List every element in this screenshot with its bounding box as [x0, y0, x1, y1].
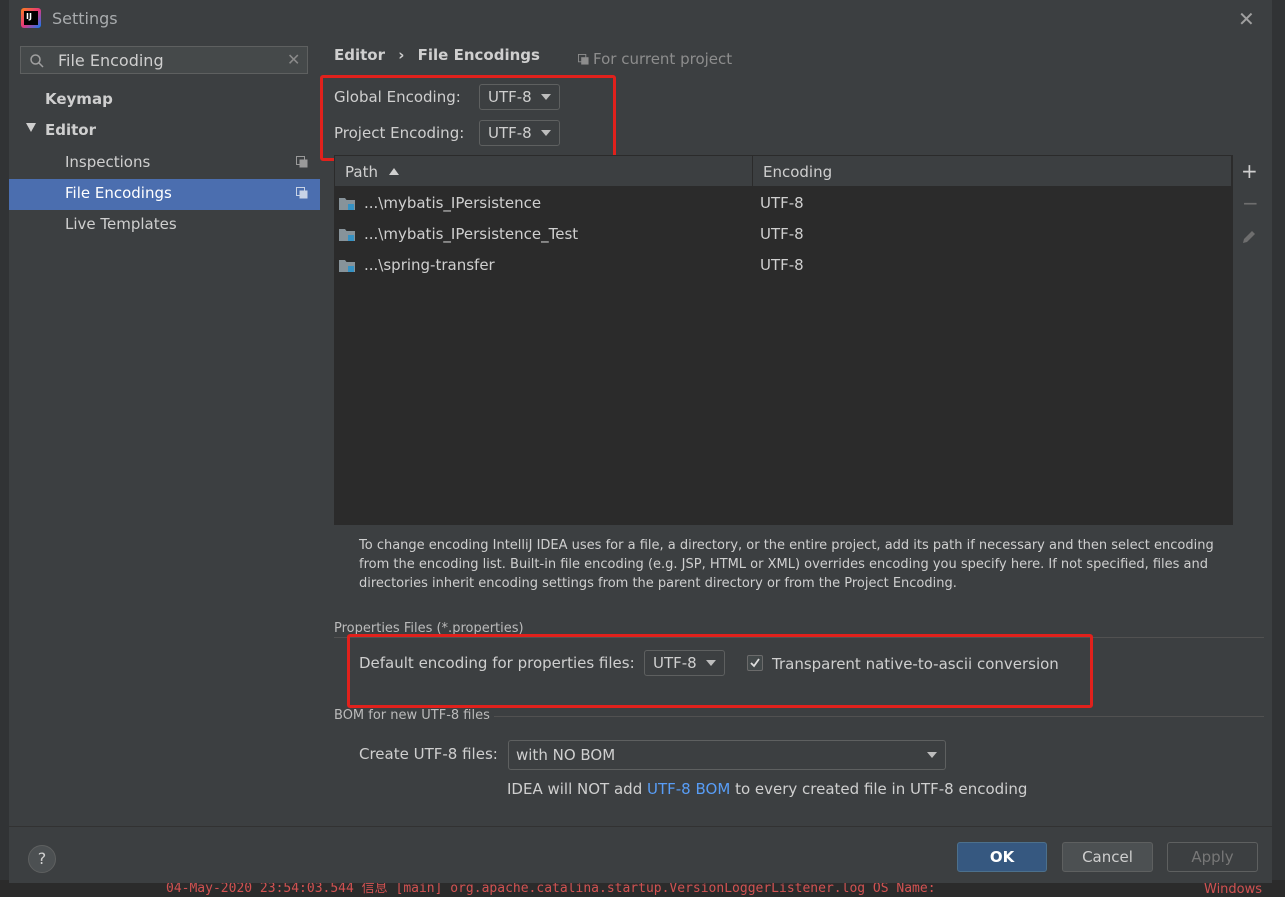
expand-arrow-icon[interactable]: [26, 123, 36, 132]
bom-section-title: BOM for new UTF-8 files: [334, 708, 490, 723]
encoding-help-text: To change encoding IntelliJ IDEA uses fo…: [359, 538, 1214, 591]
column-header-path[interactable]: Path: [345, 163, 399, 181]
apply-button[interactable]: Apply: [1167, 842, 1258, 872]
search-value: File Encoding: [58, 51, 164, 70]
highlight-annotation-properties: [347, 634, 1093, 708]
bom-note-prefix: IDEA will NOT add: [507, 780, 643, 798]
remove-icon[interactable]: −: [1242, 191, 1259, 215]
dropdown-arrow-icon: [927, 752, 937, 758]
row-encoding: UTF-8: [760, 194, 804, 212]
console-log-right: Windows: [1204, 882, 1263, 897]
title-bar: IJ Settings ✕: [9, 0, 1272, 38]
search-input[interactable]: File Encoding ✕: [20, 46, 308, 74]
dialog-footer: ? OK Cancel Apply: [9, 826, 1272, 883]
cancel-button[interactable]: Cancel: [1062, 842, 1153, 872]
row-encoding: UTF-8: [760, 225, 804, 243]
table-toolbar: + −: [1232, 155, 1265, 525]
breadcrumb-root: Editor: [334, 46, 385, 64]
settings-sidebar: File Encoding ✕ Keymap Editor Inspection…: [9, 38, 320, 826]
project-scope-icon: [578, 54, 589, 65]
project-scope-icon: [296, 187, 308, 199]
ok-button[interactable]: OK: [957, 842, 1047, 872]
project-scope-note: For current project: [578, 50, 732, 68]
sidebar-item-editor[interactable]: Editor: [45, 121, 96, 139]
add-icon[interactable]: +: [1241, 159, 1258, 183]
table-header: Path Encoding: [335, 156, 1231, 187]
background-editor-left: [0, 0, 9, 894]
utf8-bom-link[interactable]: UTF-8 BOM: [647, 780, 730, 798]
sidebar-item-live-templates[interactable]: Live Templates: [65, 215, 177, 233]
project-scope-icon: [296, 156, 308, 168]
breadcrumb-current: File Encodings: [417, 46, 540, 64]
bom-note-suffix: to every created file in UTF-8 encoding: [735, 780, 1028, 798]
bom-note: IDEA will NOT add UTF-8 BOM to every cre…: [507, 780, 1027, 798]
highlight-annotation-encodings: [320, 75, 616, 161]
row-path: ...\mybatis_IPersistence: [364, 194, 542, 212]
table-row[interactable]: ...\mybatis_IPersistence UTF-8: [335, 187, 1231, 218]
search-icon: [30, 54, 44, 68]
scope-label: For current project: [593, 50, 733, 68]
table-row[interactable]: ...\spring-transfer UTF-8: [335, 249, 1231, 280]
module-folder-icon: [339, 260, 355, 272]
module-folder-icon: [339, 229, 355, 241]
column-header-encoding[interactable]: Encoding: [763, 163, 832, 181]
clear-search-icon[interactable]: ✕: [287, 50, 300, 69]
path-encoding-table: Path Encoding ...\mybatis_IPersistence U…: [334, 155, 1232, 525]
breadcrumb: Editor › File Encodings: [334, 46, 540, 64]
background-editor-right: [1272, 0, 1285, 894]
bom-select-value: with NO BOM: [516, 746, 616, 764]
edit-pencil-icon[interactable]: [1241, 229, 1257, 245]
intellij-app-icon: IJ: [21, 8, 41, 28]
sort-ascending-icon: [388, 168, 399, 175]
column-divider: [752, 156, 753, 187]
create-utf8-label: Create UTF-8 files:: [359, 745, 498, 763]
bom-select[interactable]: with NO BOM: [508, 740, 946, 770]
help-button[interactable]: ?: [28, 845, 56, 873]
row-encoding: UTF-8: [760, 256, 804, 274]
settings-dialog: IJ Settings ✕ File Encoding ✕ Keymap Edi…: [9, 0, 1272, 883]
window-title: Settings: [52, 9, 118, 28]
module-folder-icon: [339, 198, 355, 210]
row-path: ...\spring-transfer: [364, 256, 495, 274]
row-path: ...\mybatis_IPersistence_Test: [364, 225, 579, 243]
sidebar-item-inspections[interactable]: Inspections: [65, 153, 150, 171]
table-row[interactable]: ...\mybatis_IPersistence_Test UTF-8: [335, 218, 1231, 249]
section-divider: [494, 716, 1264, 717]
sidebar-item-keymap[interactable]: Keymap: [45, 90, 113, 108]
breadcrumb-separator: ›: [398, 46, 405, 64]
close-icon[interactable]: ✕: [1238, 7, 1255, 31]
sidebar-item-file-encodings[interactable]: File Encodings: [65, 184, 172, 202]
